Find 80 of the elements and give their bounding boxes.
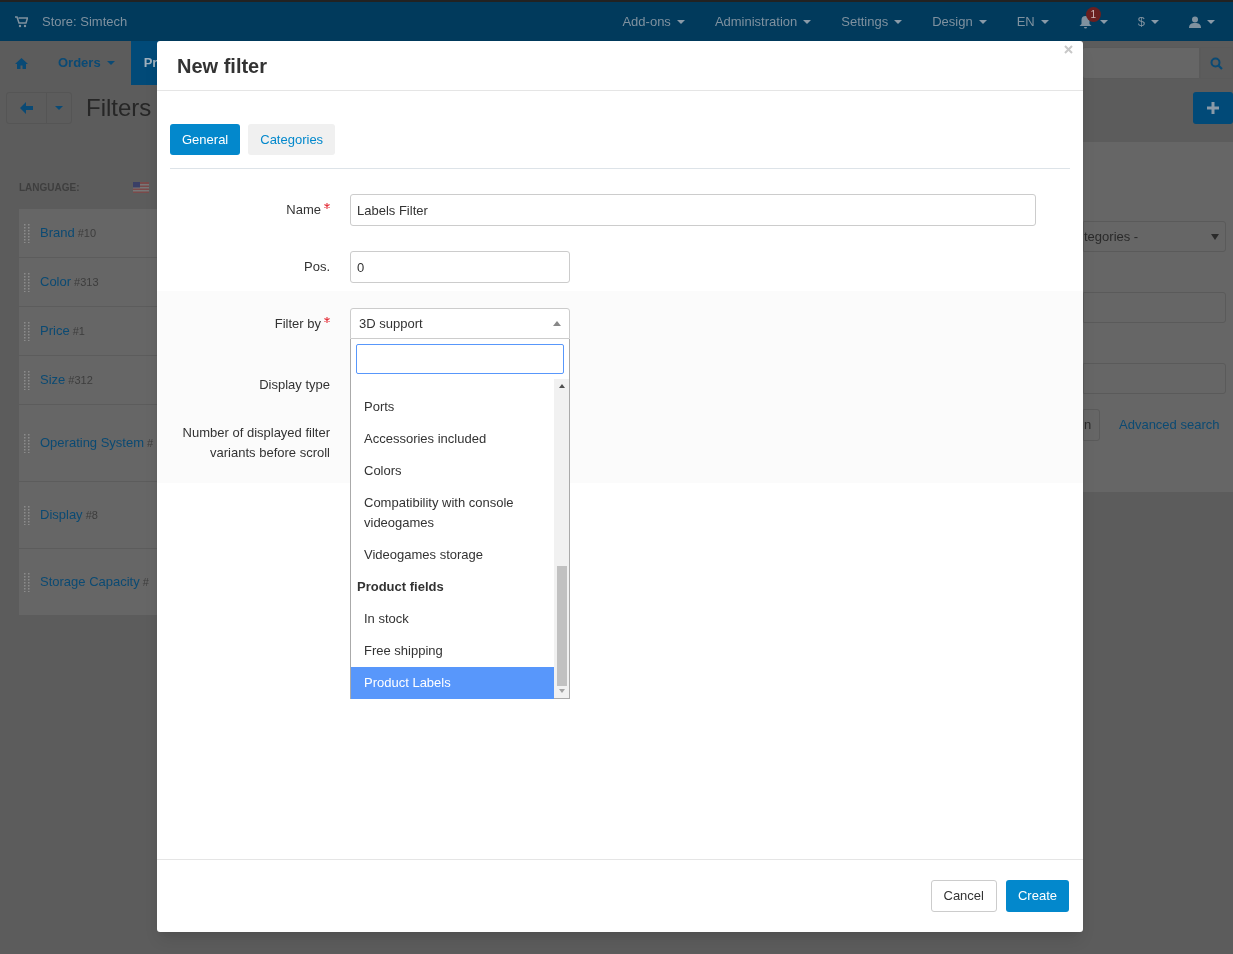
caret-icon	[106, 61, 115, 65]
dropdown-search-field[interactable]	[356, 344, 564, 374]
scroll-down-icon	[558, 689, 565, 693]
caret-icon	[803, 19, 812, 24]
dropdown-option[interactable]: Product Labels	[351, 667, 554, 699]
asterisk-icon	[324, 317, 330, 323]
dropdown-option[interactable]: Accessories included	[351, 423, 554, 455]
drag-handle-icon	[24, 370, 30, 390]
text-field[interactable]: 0	[350, 251, 570, 283]
notification-badge: 1	[1085, 6, 1101, 22]
tab[interactable]: Categories	[248, 124, 336, 155]
plus-icon	[1207, 101, 1219, 114]
caret-icon	[1207, 19, 1215, 24]
menu-item[interactable]: EN	[1001, 11, 1064, 32]
drag-handle-icon	[24, 572, 30, 592]
dropdown-option[interactable]: Free shipping	[351, 635, 554, 667]
caret-icon	[894, 19, 903, 24]
category-select[interactable]: tegories -	[1083, 221, 1226, 252]
select-field[interactable]: 3D support	[350, 308, 570, 339]
dropdown-option[interactable]: Colors	[351, 455, 554, 487]
caret-up-icon	[553, 321, 561, 326]
currency-menu[interactable]: $	[1122, 11, 1174, 32]
menu-item[interactable]: Settings	[826, 11, 918, 32]
flag-icon[interactable]	[133, 182, 149, 193]
field-label: Display type	[259, 376, 330, 394]
user-icon	[1189, 15, 1201, 28]
store-name[interactable]: Store: Simtech	[42, 11, 128, 32]
dropdown-option[interactable]: Videogames storage	[351, 539, 554, 571]
scrollbar-thumb[interactable]	[556, 566, 567, 686]
scroll-up-icon	[558, 384, 565, 388]
dropdown-option[interactable]: Ports	[351, 391, 554, 423]
cancel-button[interactable]: Cancel	[930, 880, 997, 912]
caret-icon	[55, 105, 63, 110]
search-field[interactable]	[1082, 47, 1200, 79]
dropdown-option[interactable]: In stock	[351, 603, 554, 635]
menu-item[interactable]: Administration	[699, 11, 827, 32]
filter-name: Storage Capacity	[40, 573, 140, 592]
field-label: Number of displayed filter variants before scroll	[181, 424, 330, 462]
caret-icon	[1211, 233, 1219, 240]
filter-list-item[interactable]: Storage Capacity #	[19, 549, 157, 616]
drag-handle-icon	[24, 321, 30, 341]
caret-icon	[1151, 19, 1159, 24]
field-label: Filter by	[274, 314, 330, 334]
filter-id: #	[147, 435, 154, 451]
filter-name: Operating System	[40, 434, 145, 453]
caret-icon	[1040, 19, 1049, 24]
menu-item[interactable]: Add-ons	[607, 11, 700, 32]
drag-handle-icon	[24, 505, 30, 525]
text-field[interactable]	[1083, 363, 1226, 394]
asterisk-icon	[324, 203, 330, 209]
search-icon	[1210, 56, 1223, 70]
drag-handle-icon	[24, 272, 30, 292]
caret-icon	[676, 19, 685, 24]
text-field[interactable]: Labels Filter	[350, 194, 1036, 226]
menu-item[interactable]: Design	[917, 11, 1002, 32]
filter-name: Size	[40, 371, 66, 390]
cart-icon	[15, 15, 28, 28]
create-button[interactable]: Create	[1005, 880, 1069, 912]
field-label: Name	[286, 200, 330, 220]
field-label: Pos.	[304, 258, 330, 276]
filter-id: #	[142, 574, 149, 590]
filter-list-item[interactable]: Operating System #	[19, 405, 157, 482]
drag-handle-icon	[24, 223, 30, 243]
text-field[interactable]	[1083, 292, 1226, 323]
tab[interactable]: General	[170, 124, 241, 155]
add-button[interactable]	[1193, 91, 1233, 124]
scrollbar[interactable]	[554, 379, 569, 698]
caret-icon	[978, 19, 987, 24]
filter-name: Price	[40, 322, 70, 341]
option-group-label: Product fields	[356, 578, 445, 596]
filter-name: Brand	[40, 224, 75, 243]
drag-handle-icon	[24, 433, 30, 453]
home-icon	[14, 57, 28, 69]
dropdown-option[interactable]: Compatibility with console videogames	[351, 487, 554, 539]
filter-name: Color	[40, 273, 72, 292]
modal-title: New filter	[177, 53, 268, 79]
filter-name: Display	[40, 506, 83, 525]
arrow-left-icon	[20, 101, 33, 114]
close-icon	[1064, 45, 1073, 54]
close-button[interactable]	[1064, 45, 1073, 54]
